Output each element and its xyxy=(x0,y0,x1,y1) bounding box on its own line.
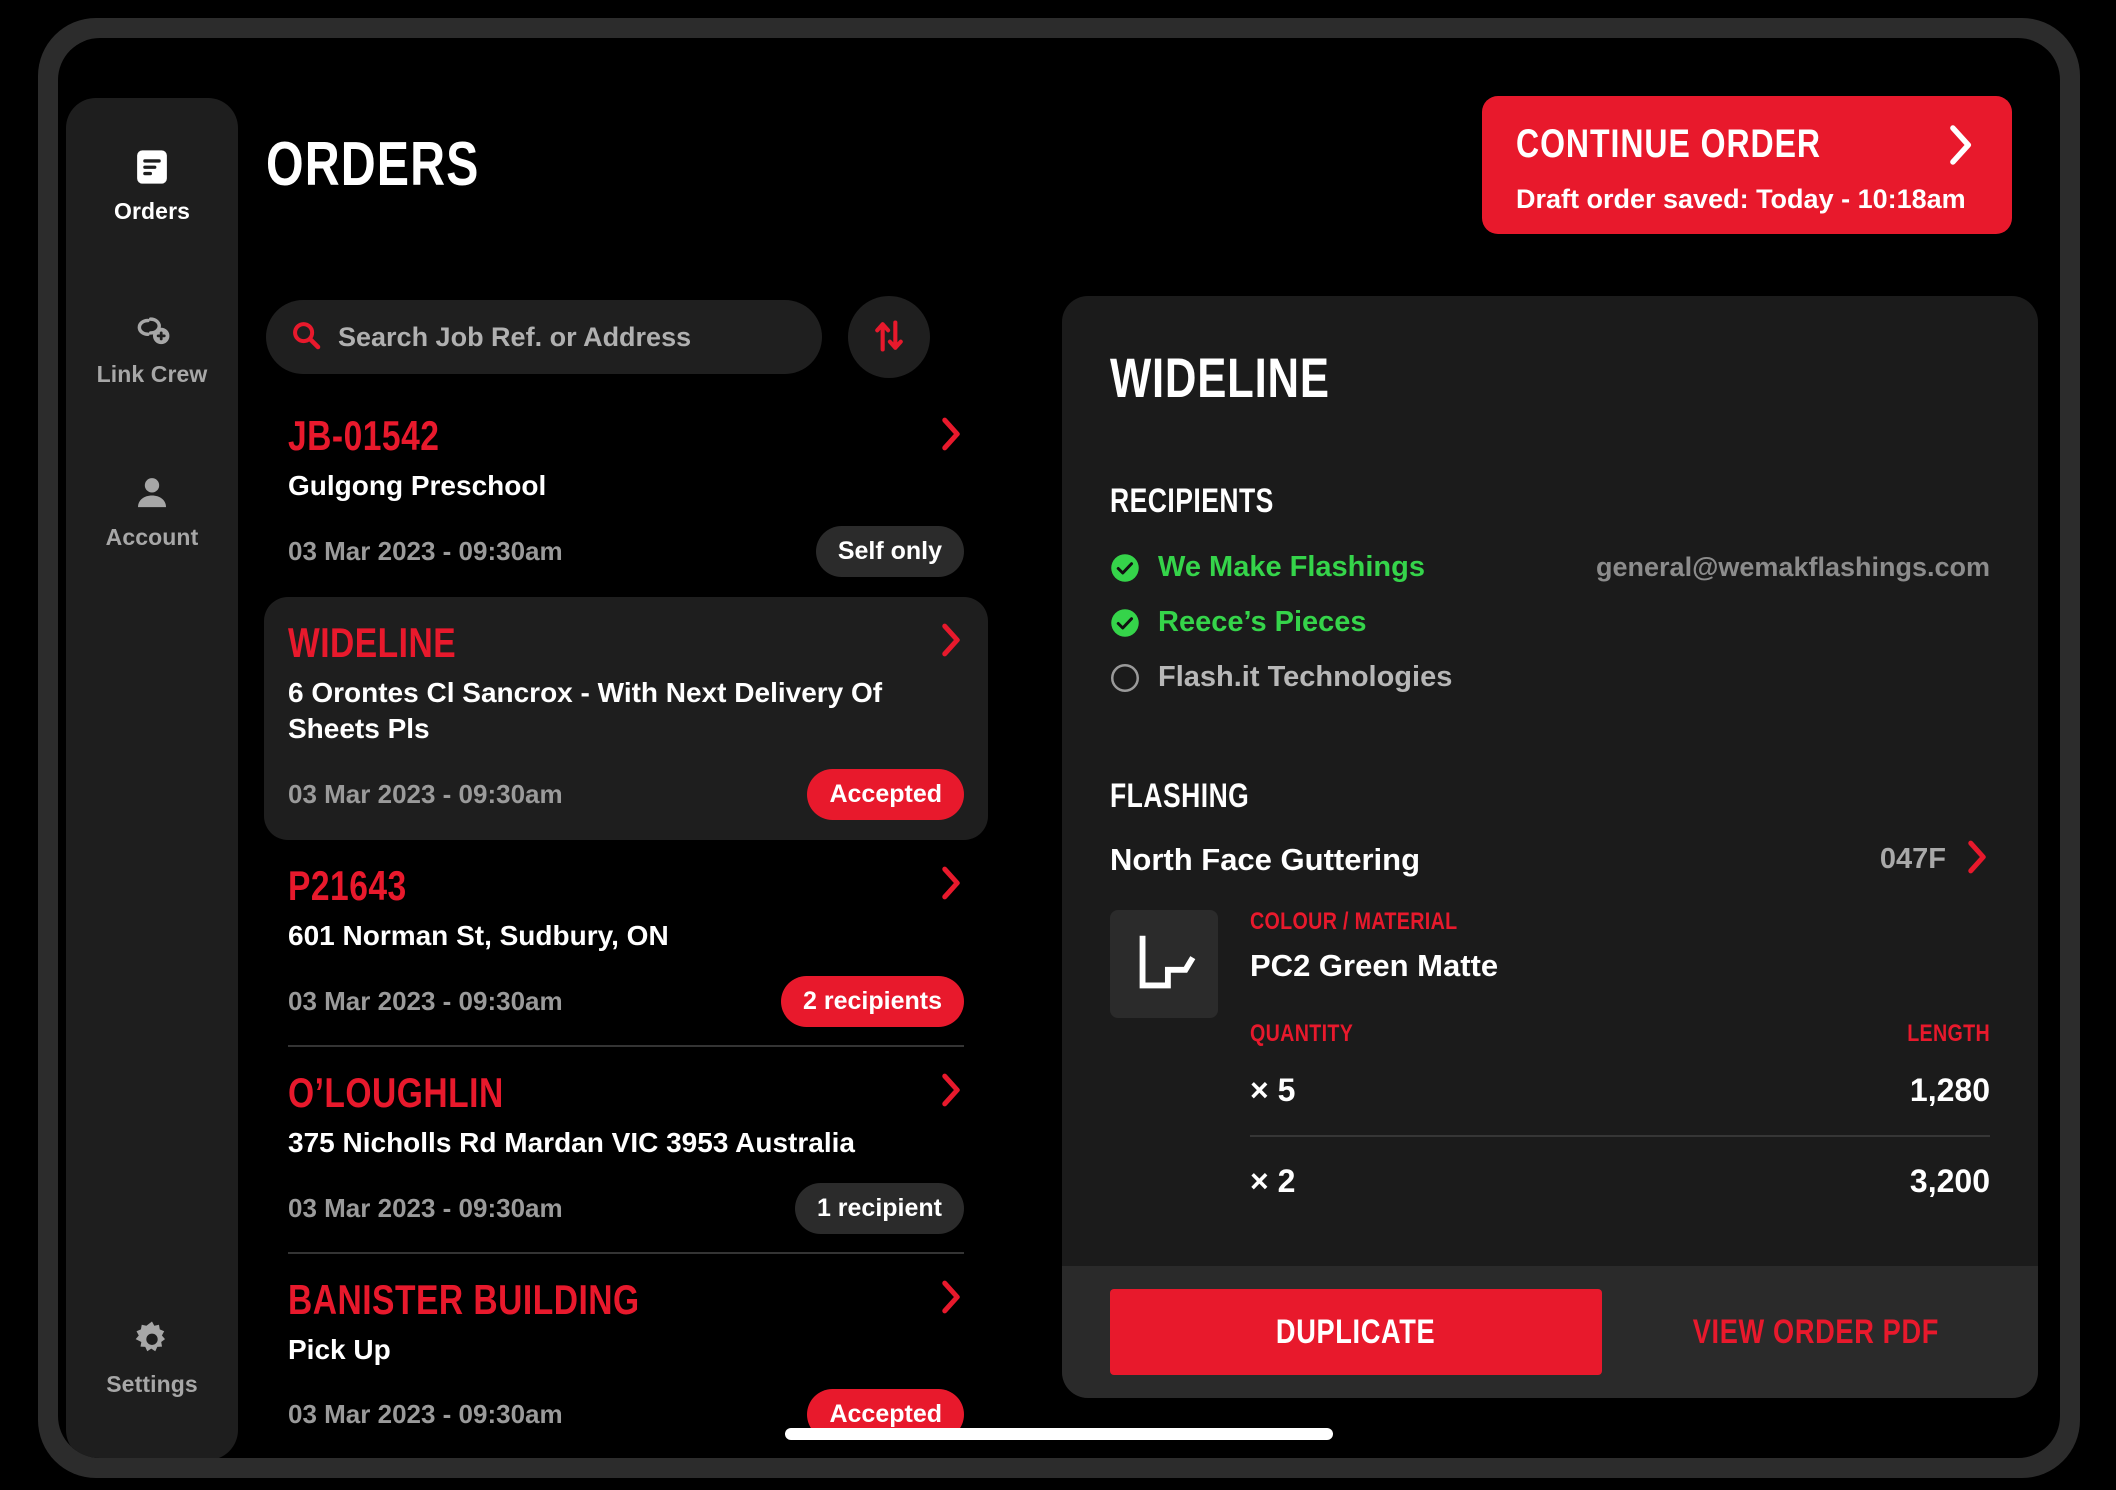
search-row xyxy=(266,296,930,378)
colour-material-value: PC2 Green Matte xyxy=(1250,948,1499,983)
order-date: 03 Mar 2023 - 09:30am xyxy=(288,535,563,566)
view-order-pdf-button[interactable]: VIEW ORDER PDF xyxy=(1662,1313,1970,1352)
chevron-right-icon xyxy=(938,865,964,906)
detail-title: WIDELINE xyxy=(1110,346,1330,409)
empty-circle-icon xyxy=(1111,663,1139,692)
order-detail-body: WIDELINE RECIPIENTS We Make Flashings gen… xyxy=(1062,296,2038,1278)
quantity-rows: × 5 1,280 × 2 3,200 xyxy=(1250,1046,1990,1226)
order-list[interactable]: JB-01542 Gulgong Preschool 03 Mar 2023 - 0… xyxy=(246,390,1006,1458)
order-list-item[interactable]: O’LOUGHLIN 375 Nicholls Rd Mardan VIC 395… xyxy=(264,1047,988,1254)
recipient-row[interactable]: We Make Flashings general@wemakflashings.… xyxy=(1110,540,1990,595)
chevron-right-icon xyxy=(938,416,964,457)
order-list-item[interactable]: JB-01542 Gulgong Preschool 03 Mar 2023 - 0… xyxy=(264,390,988,597)
duplicate-button[interactable]: DUPLICATE xyxy=(1110,1289,1602,1375)
chevron-right-icon xyxy=(938,1072,964,1113)
order-detail-panel: WIDELINE RECIPIENTS We Make Flashings gen… xyxy=(1062,296,2038,1398)
quantity-value: × 2 xyxy=(1250,1163,1296,1199)
sidebar-item-settings[interactable]: Settings xyxy=(66,1299,238,1416)
flashing-name: North Face Guttering xyxy=(1110,841,1421,877)
order-address: Gulgong Preschool xyxy=(288,470,547,502)
order-list-item[interactable]: WIDELINE 6 Orontes Cl Sancrox - With Next… xyxy=(264,596,988,840)
chevron-right-icon xyxy=(1946,124,1976,169)
length-value: 1,280 xyxy=(1909,1072,1990,1108)
flashing-title-row[interactable]: North Face Guttering 047F xyxy=(1110,839,1990,880)
sort-button[interactable] xyxy=(848,296,930,378)
link-add-icon xyxy=(129,307,175,353)
quantity-row: × 5 1,280 xyxy=(1250,1046,1990,1137)
order-address: 601 Norman St, Sudbury, ON xyxy=(288,919,669,951)
status-badge: 2 recipients xyxy=(781,975,964,1027)
chevron-right-icon xyxy=(938,1279,964,1320)
recipient-email: general@wemakflashings.com xyxy=(1596,552,1990,582)
main-area: ORDERS CONTINUE ORDER Draft order saved:… xyxy=(246,38,2060,1458)
app-screen: Orders Link Crew Account Settings ORDERS… xyxy=(58,38,2060,1458)
order-address: 6 Orontes Cl Sancrox - With Next Deliver… xyxy=(288,677,883,744)
sidebar-item-orders[interactable]: Orders xyxy=(66,126,238,243)
flashing-detail: COLOUR / MATERIAL PC2 Green Matte QUANTI… xyxy=(1110,910,1990,1278)
check-circle-icon xyxy=(1111,608,1139,637)
recipient-row[interactable]: Flash.it Technologies xyxy=(1110,650,1990,705)
order-list-item[interactable]: P21643 601 Norman St, Sudbury, ON 03 Mar 2… xyxy=(264,840,988,1047)
order-address: Pick Up xyxy=(288,1333,391,1365)
search-box[interactable] xyxy=(266,300,822,374)
search-icon xyxy=(290,319,322,356)
order-date: 03 Mar 2023 - 09:30am xyxy=(288,778,563,809)
person-icon xyxy=(129,470,175,516)
page-title: ORDERS xyxy=(266,130,480,199)
status-badge: 1 recipient xyxy=(794,1182,964,1234)
duplicate-label: DUPLICATE xyxy=(1276,1312,1436,1351)
recipients-list: We Make Flashings general@wemakflashings.… xyxy=(1110,540,1990,705)
view-order-pdf-label: VIEW ORDER PDF xyxy=(1692,1312,1940,1351)
continue-order-label: CONTINUE ORDER xyxy=(1516,122,1822,166)
recipients-heading: RECIPIENTS xyxy=(1110,482,1274,520)
search-input[interactable] xyxy=(338,321,798,353)
chevron-right-icon xyxy=(938,622,964,663)
recipient-row[interactable]: Reece’s Pieces xyxy=(1110,595,1990,650)
sidebar-item-label: Link Crew xyxy=(96,361,208,387)
quantity-row: × 2 3,200 xyxy=(1250,1137,1990,1226)
order-date: 03 Mar 2023 - 09:30am xyxy=(288,1399,563,1430)
gear-icon xyxy=(129,1317,175,1363)
order-date: 03 Mar 2023 - 09:30am xyxy=(288,985,563,1016)
status-badge: Self only xyxy=(815,525,964,577)
length-label: LENGTH xyxy=(1907,1020,1990,1047)
chevron-right-icon xyxy=(1964,839,1990,880)
quantity-value: × 5 xyxy=(1250,1072,1296,1108)
continue-order-button[interactable]: CONTINUE ORDER Draft order saved: Today … xyxy=(1482,96,2012,234)
order-ref: WIDELINE xyxy=(288,618,457,666)
home-indicator xyxy=(785,1428,1333,1440)
status-badge: Accepted xyxy=(807,768,964,820)
sort-updown-icon xyxy=(870,317,908,358)
order-date: 03 Mar 2023 - 09:30am xyxy=(288,1192,563,1223)
order-ref: JB-01542 xyxy=(288,412,440,459)
order-ref: O’LOUGHLIN xyxy=(288,1068,504,1116)
sidebar-item-label: Settings xyxy=(106,1371,198,1397)
flashing-heading: FLASHING xyxy=(1110,777,1250,815)
colour-material-label: COLOUR / MATERIAL xyxy=(1250,908,1458,935)
order-address: 375 Nicholls Rd Mardan VIC 3953 Australi… xyxy=(288,1126,855,1158)
detail-action-bar: DUPLICATE VIEW ORDER PDF xyxy=(1062,1266,2038,1398)
check-circle-icon xyxy=(1111,553,1139,582)
length-value: 3,200 xyxy=(1909,1163,1990,1199)
flashing-code: 047F xyxy=(1879,843,1946,875)
sidebar-item-label: Account xyxy=(105,524,199,550)
document-icon xyxy=(129,144,175,190)
order-ref: P21643 xyxy=(288,861,407,909)
tablet-device-frame: Orders Link Crew Account Settings ORDERS… xyxy=(38,18,2080,1478)
sidebar-item-account[interactable]: Account xyxy=(66,452,238,569)
recipient-name: We Make Flashings xyxy=(1158,551,1425,583)
sidebar-item-label: Orders xyxy=(113,198,191,224)
recipient-name: Reece’s Pieces xyxy=(1158,606,1367,638)
sidebar-nav: Orders Link Crew Account Settings xyxy=(66,98,238,1458)
order-ref: BANISTER BUILDING xyxy=(288,1275,640,1323)
quantity-length-header: QUANTITY LENGTH xyxy=(1250,1022,1990,1046)
continue-order-sublabel: Draft order saved: Today - 10:18am xyxy=(1516,184,1966,214)
recipient-name: Flash.it Technologies xyxy=(1158,661,1453,693)
sidebar-item-link-crew[interactable]: Link Crew xyxy=(66,289,238,406)
quantity-label: QUANTITY xyxy=(1250,1020,1354,1047)
flashing-profile-icon xyxy=(1110,910,1218,1018)
